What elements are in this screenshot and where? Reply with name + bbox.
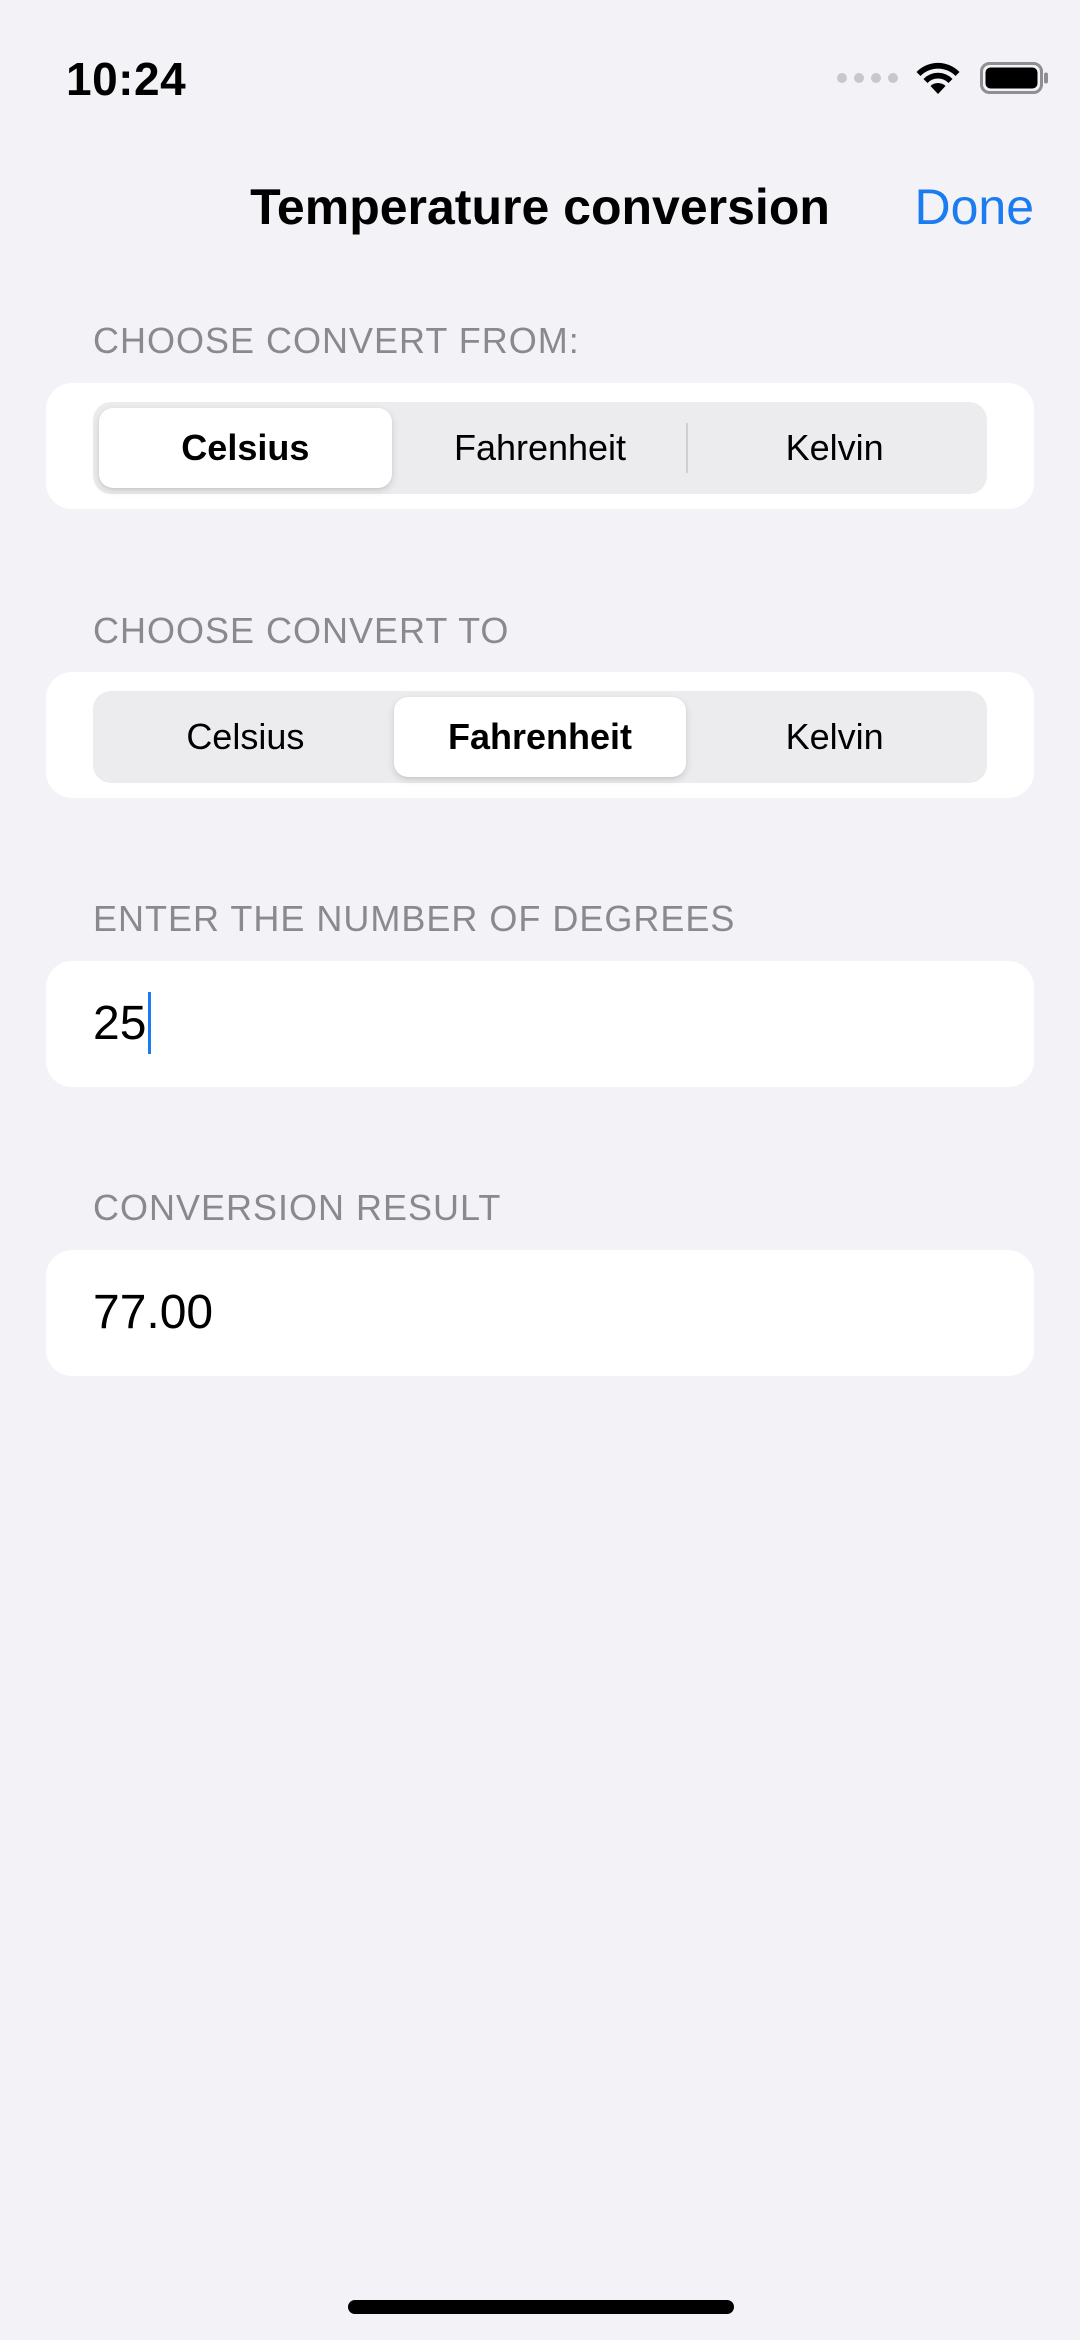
result-value: 77.00 <box>93 1286 214 1339</box>
convert-from-option-fahrenheit[interactable]: Fahrenheit <box>394 408 687 488</box>
status-icons <box>837 58 1050 98</box>
result-card: 77.00 <box>46 1250 1034 1376</box>
wifi-icon <box>916 62 960 94</box>
degrees-input-field[interactable]: 25 <box>46 961 1034 1087</box>
done-button[interactable]: Done <box>914 178 1034 236</box>
convert-to-option-fahrenheit[interactable]: Fahrenheit <box>393 697 687 777</box>
home-indicator[interactable] <box>348 2300 734 2314</box>
convert-from-card: Celsius Fahrenheit Kelvin <box>46 383 1034 509</box>
status-time: 10:24 <box>66 53 187 105</box>
text-caret <box>148 992 152 1055</box>
convert-to-segmented-control: Celsius Fahrenheit Kelvin <box>93 691 987 783</box>
convert-to-card: Celsius Fahrenheit Kelvin <box>46 672 1034 798</box>
convert-from-option-kelvin[interactable]: Kelvin <box>688 408 981 488</box>
battery-icon <box>980 62 1048 94</box>
convert-from-segmented-control: Celsius Fahrenheit Kelvin <box>93 402 987 494</box>
convert-to-option-kelvin[interactable]: Kelvin <box>688 697 981 777</box>
cellular-dots-icon <box>837 73 898 83</box>
degrees-label: ENTER THE NUMBER OF DEGREES <box>93 898 736 939</box>
convert-from-option-celsius[interactable]: Celsius <box>99 408 392 488</box>
convert-to-option-celsius[interactable]: Celsius <box>99 697 392 777</box>
convert-from-label: CHOOSE CONVERT FROM: <box>93 320 580 361</box>
degrees-value: 25 <box>93 997 147 1050</box>
convert-to-label: CHOOSE CONVERT TO <box>93 610 510 651</box>
screen: 10:24 Temperature conversion Done CHOOSE… <box>0 0 1080 2340</box>
degrees-input[interactable]: 25 <box>93 961 152 1087</box>
result-label: CONVERSION RESULT <box>93 1187 502 1228</box>
